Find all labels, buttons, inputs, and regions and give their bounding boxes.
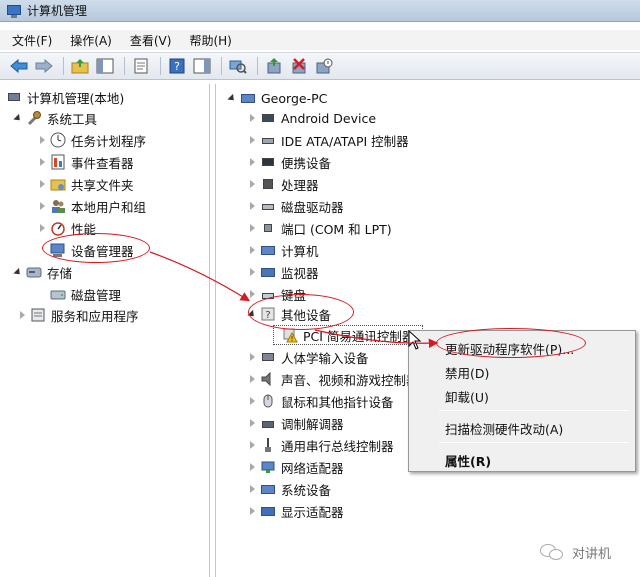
annotation-arrows bbox=[149, 251, 439, 349]
watermark: 对讲机 bbox=[540, 542, 611, 562]
wechat-icon bbox=[540, 542, 566, 562]
watermark-text: 对讲机 bbox=[572, 546, 612, 562]
